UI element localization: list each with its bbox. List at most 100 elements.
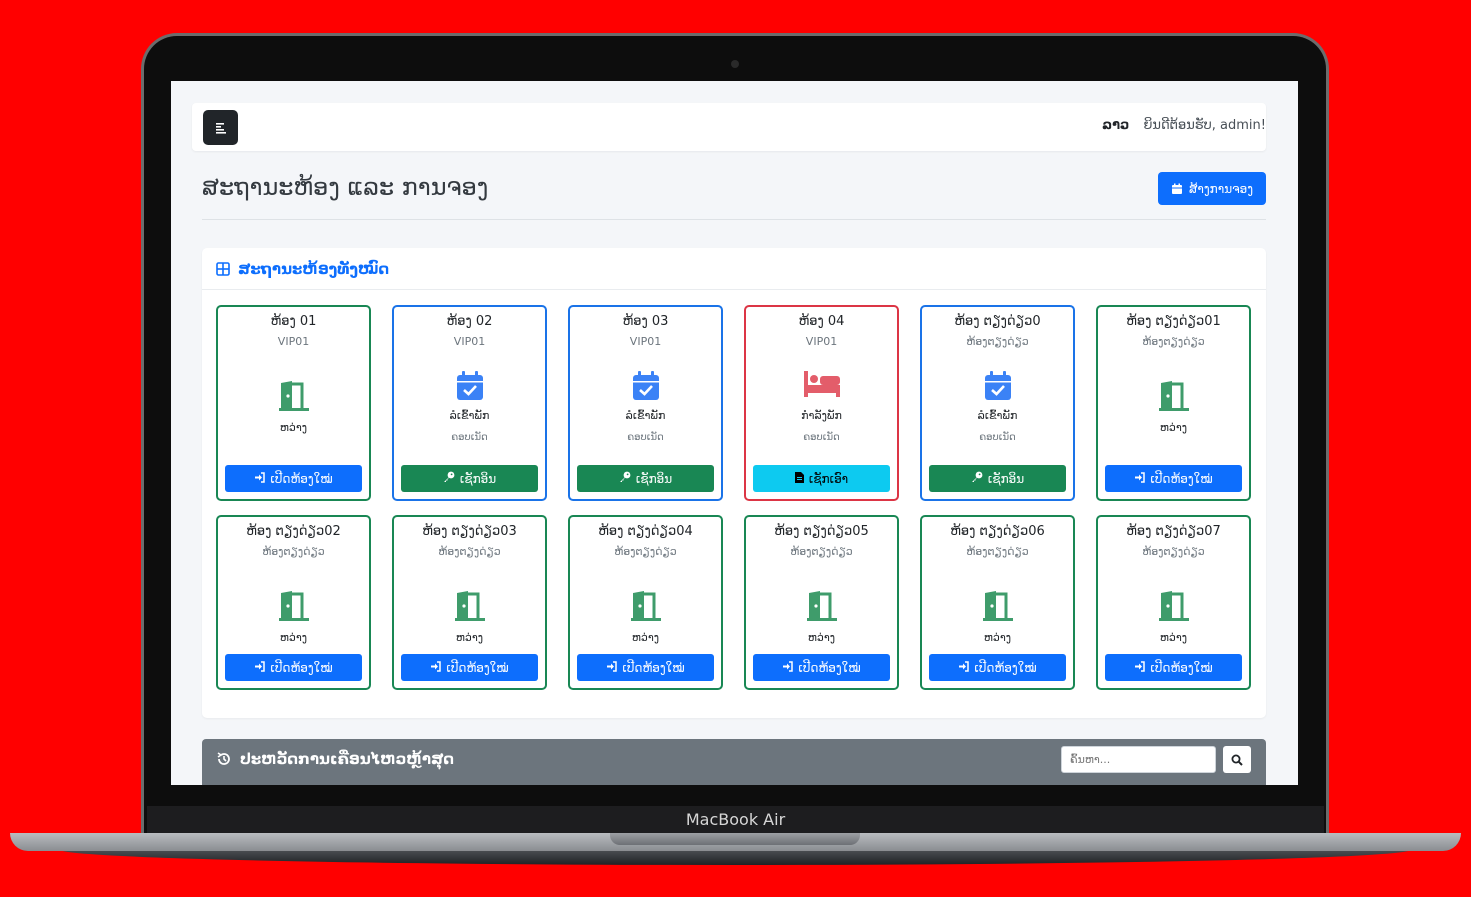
- room-card[interactable]: ຫ້ອງ 01 VIP01 ຫວ່າງ ເປີດຫ້ອງໃໝ່: [216, 305, 371, 501]
- door-open-icon: [1098, 591, 1249, 621]
- sign-in-icon: [1134, 660, 1146, 675]
- room-guest: ຄອບເນັດ: [979, 432, 1016, 443]
- room-card[interactable]: ຫ້ອງ ຕຽງດ່ຽວ04 ຫ້ອງຕຽງດ່ຽວ ຫວ່າງ ເປີດຫ້ອງໃໝ…: [568, 515, 723, 690]
- room-action-button[interactable]: ເຊັກເອົາ: [753, 465, 890, 492]
- room-action-label: ເປີດຫ້ອງໃໝ່: [974, 660, 1037, 675]
- recent-activity-title: ປະຫວັດການເຄື່ອນໄຫວຫຼ້າສຸດ: [240, 750, 454, 768]
- room-status: ຫວ່າງ: [455, 631, 484, 644]
- sign-in-icon: [606, 660, 618, 675]
- calendar-check-icon: [922, 371, 1073, 401]
- room-guest: ຄອບເນັດ: [451, 432, 488, 443]
- room-card[interactable]: ຫ້ອງ 03 VIP01 ລໍເຂົ້າພັກ ຄອບເນັດ ເຊັກອິນ: [568, 305, 723, 501]
- new-booking-button[interactable]: ສ້າງການຈອງ: [1158, 172, 1266, 205]
- room-action-label: ເປີດຫ້ອງໃໝ່: [798, 660, 861, 675]
- room-status: ຫວ່າງ: [807, 631, 836, 644]
- room-action-label: ເຊັກເອົາ: [808, 471, 849, 486]
- search-icon: [1231, 754, 1243, 766]
- search-input[interactable]: [1061, 746, 1216, 773]
- room-status: ລໍເຂົ້າພັກ: [977, 409, 1018, 422]
- door-open-icon: [218, 381, 369, 411]
- title-divider: [202, 219, 1266, 220]
- door-open-icon: [1098, 381, 1249, 411]
- calendar-check-icon: [394, 371, 545, 401]
- sign-in-icon: [254, 471, 266, 486]
- room-type: ຫ້ອງຕຽງດ່ຽວ: [790, 545, 853, 558]
- room-name: ຫ້ອງ ຕຽງດ່ຽວ06: [950, 524, 1045, 539]
- camera: [731, 60, 739, 68]
- room-action-label: ເປີດຫ້ອງໃໝ່: [446, 660, 509, 675]
- door-open-icon: [922, 591, 1073, 621]
- laptop-notch: [610, 833, 860, 845]
- room-name: ຫ້ອງ 04: [798, 314, 845, 329]
- room-name: ຫ້ອງ ຕຽງດ່ຽວ03: [422, 524, 517, 539]
- room-action-button[interactable]: ເປີດຫ້ອງໃໝ່: [577, 654, 714, 681]
- room-action-label: ເຊັກອິນ: [987, 471, 1025, 486]
- room-card[interactable]: ຫ້ອງ ຕຽງດ່ຽວ02 ຫ້ອງຕຽງດ່ຽວ ຫວ່າງ ເປີດຫ້ອງໃໝ…: [216, 515, 371, 690]
- room-guest: ຄອບເນັດ: [627, 432, 664, 443]
- room-card[interactable]: ຫ້ອງ ຕຽງດ່ຽວ07 ຫ້ອງຕຽງດ່ຽວ ຫວ່າງ ເປີດຫ້ອງໃໝ…: [1096, 515, 1251, 690]
- room-type: ຫ້ອງຕຽງດ່ຽວ: [262, 545, 325, 558]
- room-name: ຫ້ອງ 02: [446, 314, 493, 329]
- room-name: ຫ້ອງ ຕຽງດ່ຽວ04: [598, 524, 693, 539]
- room-action-button[interactable]: ເປີດຫ້ອງໃໝ່: [929, 654, 1066, 681]
- sign-in-icon: [430, 660, 442, 675]
- room-status: ຫວ່າງ: [279, 631, 308, 644]
- room-action-label: ເປີດຫ້ອງໃໝ່: [622, 660, 685, 675]
- grid-icon: [216, 261, 230, 276]
- room-card[interactable]: ຫ້ອງ 02 VIP01 ລໍເຂົ້າພັກ ຄອບເນັດ ເຊັກອິນ: [392, 305, 547, 501]
- calendar-plus-icon: [1171, 183, 1182, 194]
- room-card[interactable]: ຫ້ອງ ຕຽງດ່ຽວ05 ຫ້ອງຕຽງດ່ຽວຫວ່າງເປີດຫ້ອງໃໝ…: [744, 515, 899, 690]
- room-action-label: ເປີດຫ້ອງໃໝ່: [270, 471, 333, 486]
- top-navbar: ລາວ ຍິນດີຕ້ອນຮັບ, admin!: [192, 103, 1266, 151]
- room-card[interactable]: ຫ້ອງ ຕຽງດ່ຽວ03 ຫ້ອງຕຽງດ່ຽວຫວ່າງເປີດຫ້ອງໃໝ…: [392, 515, 547, 690]
- door-open-icon: [746, 591, 897, 621]
- key-icon: [443, 471, 455, 486]
- room-status: ລໍເຂົ້າພັກ: [449, 409, 490, 422]
- sign-in-icon: [1134, 471, 1146, 486]
- room-status: ຫວ່າງ: [1159, 421, 1188, 434]
- laptop-base-shadow: [60, 849, 1411, 865]
- language-switch[interactable]: ລາວ: [1102, 118, 1129, 133]
- room-action-button[interactable]: ເປີດຫ້ອງໃໝ່: [753, 654, 890, 681]
- room-action-button[interactable]: ເປີດຫ້ອງໃໝ່: [225, 654, 362, 681]
- room-action-label: ເປີດຫ້ອງໃໝ່: [1150, 471, 1213, 486]
- room-type: ຫ້ອງຕຽງດ່ຽວ: [438, 545, 501, 558]
- room-action-label: ເຊັກອິນ: [635, 471, 673, 486]
- room-status: ລໍເຂົ້າພັກ: [625, 409, 666, 422]
- welcome-text: ຍິນດີຕ້ອນຮັບ, admin!: [1143, 118, 1266, 133]
- room-action-label: ເປີດຫ້ອງໃໝ່: [1150, 660, 1213, 675]
- room-status-card: ສະຖານະຫ້ອງທັງໝົດ ຫ້ອງ 01 VIP01 ຫວ່າງ ເປີດຫ້…: [202, 248, 1266, 718]
- app-screen: ລາວ ຍິນດີຕ້ອນຮັບ, admin! ສະຖານະຫ້ອງ ແລະ …: [171, 81, 1298, 785]
- room-action-button[interactable]: ເປີດຫ້ອງໃໝ່: [1105, 465, 1242, 492]
- key-icon: [619, 471, 631, 486]
- room-action-button[interactable]: ເປີດຫ້ອງໃໝ່: [1105, 654, 1242, 681]
- room-card[interactable]: ຫ້ອງ ຕຽງດ່ຽວ0 ຫ້ອງຕຽງດ່ຽວ ລໍເຂົ້າພັກ ຄອບເນັ…: [920, 305, 1075, 501]
- key-icon: [971, 471, 983, 486]
- room-action-button[interactable]: ເປີດຫ້ອງໃໝ່: [401, 654, 538, 681]
- room-status: ຫວ່າງ: [1159, 631, 1188, 644]
- device-label: MacBook Air: [685, 810, 786, 829]
- menu-icon: [215, 122, 226, 134]
- sidebar-toggle-button[interactable]: [203, 110, 238, 145]
- room-action-label: ເຊັກອິນ: [459, 471, 497, 486]
- room-card[interactable]: ຫ້ອງ 04 VIP01 ກຳລັງພັກ ຄອບເນັດ ເຊັກເອົາ: [744, 305, 899, 501]
- calendar-check-icon: [570, 371, 721, 401]
- room-type: ຫ້ອງຕຽງດ່ຽວ: [966, 335, 1029, 348]
- search-button[interactable]: [1223, 746, 1251, 773]
- room-action-button[interactable]: ເຊັກອິນ: [401, 465, 538, 492]
- room-action-button[interactable]: ເຊັກອິນ: [577, 465, 714, 492]
- room-type: ຫ້ອງຕຽງດ່ຽວ: [614, 545, 677, 558]
- sign-in-icon: [958, 660, 970, 675]
- new-booking-label: ສ້າງການຈອງ: [1188, 181, 1254, 196]
- room-action-button[interactable]: ເຊັກອິນ: [929, 465, 1066, 492]
- room-card[interactable]: ຫ້ອງ ຕຽງດ່ຽວ06 ຫ້ອງຕຽງດ່ຽວ ຫວ່າງ ເປີດຫ້ອງໃໝ…: [920, 515, 1075, 690]
- room-action-button[interactable]: ເປີດຫ້ອງໃໝ່: [225, 465, 362, 492]
- room-name: ຫ້ອງ ຕຽງດ່ຽວ07: [1126, 524, 1221, 539]
- recent-activity-title-wrap: ປະຫວັດການເຄື່ອນໄຫວຫຼ້າສຸດ: [216, 750, 454, 768]
- door-open-icon: [218, 591, 369, 621]
- door-open-icon: [394, 591, 545, 621]
- bed-icon: [746, 371, 897, 397]
- room-name: ຫ້ອງ ຕຽງດ່ຽວ05: [774, 524, 869, 539]
- room-card[interactable]: ຫ້ອງ ຕຽງດ່ຽວ01 ຫ້ອງຕຽງດ່ຽວ ຫວ່າງ ເປີດຫ້ອງໃໝ…: [1096, 305, 1251, 501]
- room-status-card-title: ສະຖານະຫ້ອງທັງໝົດ: [238, 259, 390, 278]
